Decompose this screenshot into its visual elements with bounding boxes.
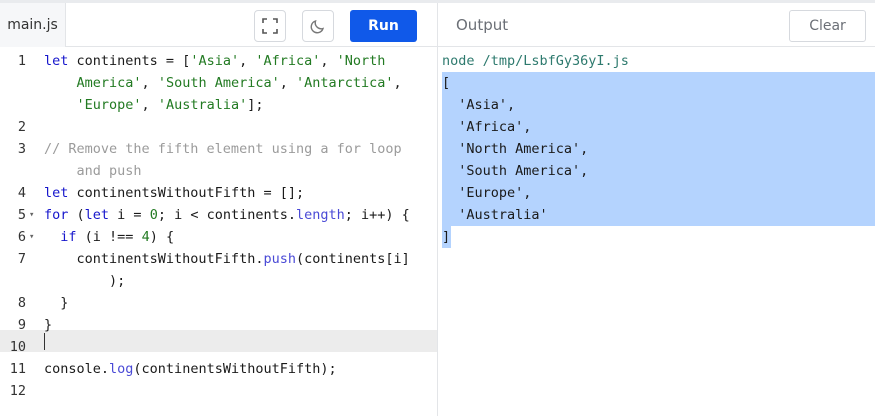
output-line: ] <box>442 229 451 245</box>
text-cursor <box>44 333 45 350</box>
fold-arrow-icon[interactable]: ▾ <box>29 204 34 226</box>
code-text: and push <box>44 163 142 179</box>
code-text: if (i !== 4) { <box>60 229 175 245</box>
code-line[interactable]: 12 <box>0 380 437 402</box>
output-line: [ <box>442 75 451 91</box>
code-line[interactable]: 4 let continentsWithoutFifth = []; <box>0 182 437 204</box>
line-number: 7 <box>17 251 26 267</box>
fullscreen-icon <box>262 18 278 34</box>
output-line: 'North America', <box>442 141 589 157</box>
line-number: 10 <box>9 339 26 355</box>
line-number: 5 <box>17 207 26 223</box>
moon-icon <box>310 19 325 34</box>
fold-arrow-icon[interactable]: ▾ <box>29 226 34 248</box>
code-editor[interactable]: 1 let continents = ['Asia', 'Africa', 'No… <box>0 50 437 402</box>
code-line[interactable]: 10 <box>0 336 437 358</box>
fullscreen-button[interactable] <box>254 10 286 42</box>
output-console[interactable]: node /tmp/LsbfGy36yI.js [ 'Asia', 'Afric… <box>438 50 875 248</box>
code-text: ); <box>44 273 126 289</box>
line-number: 2 <box>17 119 26 135</box>
code-text: for (let i = 0; i < continents.length; i… <box>44 207 410 223</box>
code-line[interactable]: 3 // Remove the fifth element using a for… <box>0 138 437 160</box>
code-line[interactable]: 9} <box>0 314 437 336</box>
code-line[interactable]: 6 ▾ if (i !== 4) { <box>0 226 437 248</box>
code-line[interactable]: ); <box>0 270 437 292</box>
code-line[interactable]: 7 continentsWithoutFifth.push(continents… <box>0 248 437 270</box>
line-number: 3 <box>17 141 26 157</box>
output-title: Output <box>456 16 509 34</box>
output-line: 'Asia', <box>442 97 516 113</box>
output-line: 'Australia' <box>442 207 548 223</box>
code-text: } <box>44 295 69 311</box>
code-text: console.log(continentsWithoutFifth); <box>44 361 337 377</box>
code-line[interactable]: 5 ▾ for (let i = 0; i < continents.length;… <box>0 204 437 226</box>
line-number: 11 <box>9 361 26 377</box>
output-line: 'Africa', <box>442 119 532 135</box>
line-number: 9 <box>17 317 26 333</box>
code-text: 'Europe', 'Australia']; <box>76 97 264 113</box>
code-line[interactable]: 1 let continents = ['Asia', 'Africa', 'No… <box>0 50 437 72</box>
editor-header: main.js Run <box>0 3 437 47</box>
line-number: 6 <box>17 229 26 245</box>
code-text: let continents = ['Asia', 'Africa', 'Nor… <box>44 53 386 69</box>
output-line: 'South America', <box>442 163 589 179</box>
line-number: 12 <box>9 383 26 399</box>
file-tab-main-js[interactable]: main.js <box>0 3 66 47</box>
line-number: 1 <box>17 53 26 69</box>
code-line[interactable]: 11 console.log(continentsWithoutFifth); <box>0 358 437 380</box>
code-text: // Remove the fifth element using a for … <box>44 141 402 157</box>
line-number: 8 <box>17 295 26 311</box>
code-line[interactable]: 2 <box>0 116 437 138</box>
code-line[interactable]: America', 'South America', 'Antarctica', <box>0 72 437 94</box>
code-text: America', 'South America', 'Antarctica', <box>44 75 402 91</box>
code-line[interactable]: and push <box>0 160 437 182</box>
clear-button[interactable]: Clear <box>789 10 866 42</box>
output-line: 'Europe', <box>442 185 532 201</box>
code-text: let continentsWithoutFifth = []; <box>44 185 305 201</box>
output-command: node /tmp/LsbfGy36yI.js <box>442 53 629 69</box>
theme-toggle-button[interactable] <box>302 10 334 42</box>
code-line[interactable]: 'Europe', 'Australia']; <box>0 94 437 116</box>
run-button[interactable]: Run <box>350 10 417 42</box>
code-text: } <box>44 317 53 333</box>
output-header: Output Clear <box>438 3 875 47</box>
code-line[interactable]: 8 } <box>0 292 437 314</box>
code-text: continentsWithoutFifth.push(continents[i… <box>44 251 410 267</box>
line-number: 4 <box>17 185 26 201</box>
